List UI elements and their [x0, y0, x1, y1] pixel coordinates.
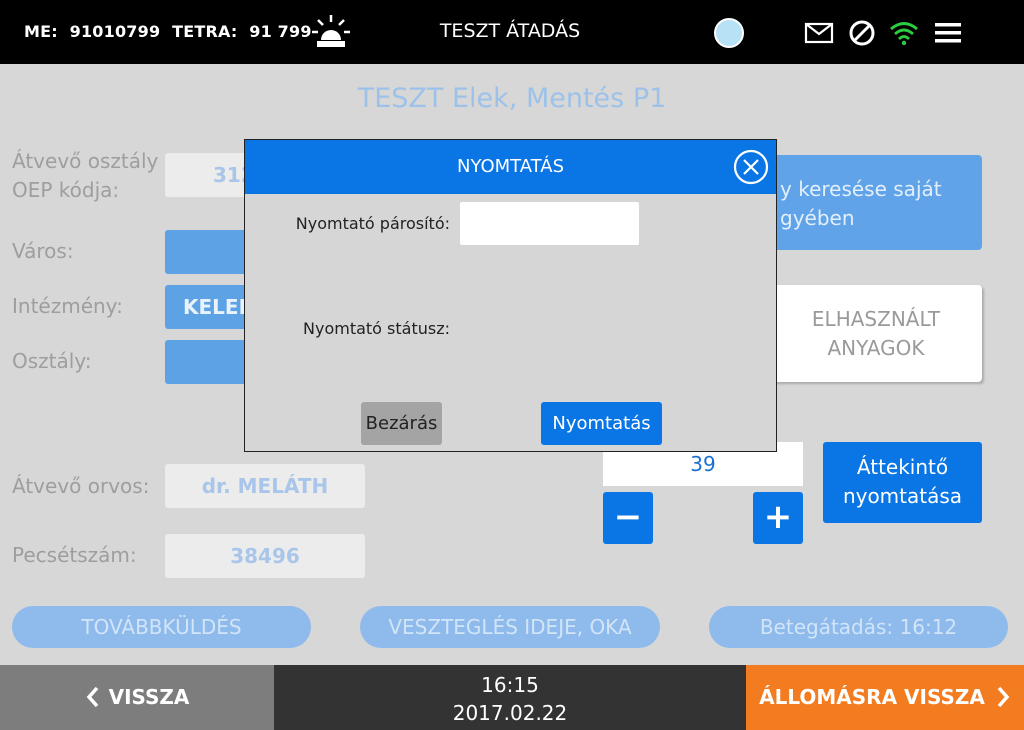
printer-status-label: Nyomtató státusz:: [303, 319, 450, 338]
search-own-line1: y keresése saját: [780, 177, 942, 201]
back-button[interactable]: VISSZA: [0, 665, 274, 730]
back-to-station-label: ÁLLOMÁSRA VISSZA: [759, 685, 985, 709]
wifi-icon[interactable]: [889, 18, 919, 48]
back-label: VISSZA: [108, 685, 190, 709]
doctor-label: Átvevő orvos:: [12, 474, 150, 498]
page-title: TESZT ÁTADÁS: [439, 20, 581, 42]
forward-button[interactable]: TOVÁBBKÜLDÉS: [12, 606, 311, 648]
menu-icon[interactable]: [933, 18, 963, 48]
institution-label: Intézmény:: [12, 294, 123, 318]
printer-pairing-label: Nyomtató párosító:: [295, 214, 450, 233]
oep-label: Átvevő osztály OEP kódja:: [12, 147, 158, 205]
city-label: Város:: [12, 239, 74, 263]
status-indicator: [714, 18, 744, 48]
chevron-right-icon: [997, 686, 1010, 708]
unit-ids: ME: 91010799 TETRA: 91 799: [24, 22, 318, 41]
print-overview-button[interactable]: Áttekintő nyomtatása: [823, 442, 982, 523]
top-bar: ME: 91010799 TETRA: 91 799 TESZT ÁTADÁS: [0, 0, 1024, 64]
decrement-button[interactable]: −: [603, 492, 653, 544]
department-label: Osztály:: [12, 349, 92, 373]
clock: 16:15 2017.02.22: [274, 671, 746, 727]
search-own-line2: gyében: [780, 206, 855, 230]
dialog-header: NYOMTATÁS: [245, 140, 776, 194]
back-to-station-button[interactable]: ÁLLOMÁSRA VISSZA: [746, 665, 1024, 730]
oep-label-line2: OEP kódja:: [12, 178, 120, 202]
printer-pairing-input[interactable]: [460, 202, 639, 245]
used-materials-line1: ELHASZNÁLT: [811, 307, 941, 331]
stamp-field[interactable]: 38496: [165, 534, 365, 578]
block-icon[interactable]: [847, 18, 877, 48]
tetra-value: 91 799: [249, 22, 312, 41]
handover-button[interactable]: Betegátadás: 16:12: [709, 606, 1008, 648]
stamp-label: Pecsétszám:: [12, 543, 137, 567]
clock-date: 2017.02.22: [452, 701, 568, 725]
search-own-button[interactable]: y keresése saját gyében: [770, 155, 982, 250]
print-overview-line1: Áttekintő: [856, 455, 949, 479]
print-dialog: NYOMTATÁS Nyomtató párosító: Nyomtató st…: [244, 139, 777, 452]
tetra-label: TETRA:: [172, 22, 238, 41]
doctor-field[interactable]: dr. MELÁTH: [165, 464, 365, 508]
bottom-bar: VISSZA 16:15 2017.02.22 ÁLLOMÁSRA VISSZA: [0, 665, 1024, 730]
used-materials-button[interactable]: ELHASZNÁLT ANYAGOK: [770, 285, 982, 382]
dialog-print-button[interactable]: Nyomtatás: [541, 402, 662, 445]
oep-label-line1: Átvevő osztály: [12, 149, 159, 173]
close-icon[interactable]: [733, 149, 769, 185]
mail-icon[interactable]: [804, 18, 834, 48]
increment-button[interactable]: +: [753, 492, 803, 544]
chevron-left-icon: [86, 686, 98, 708]
me-value: 91010799: [69, 22, 161, 41]
me-label: ME:: [24, 22, 58, 41]
dialog-title: NYOMTATÁS: [456, 156, 565, 177]
print-overview-line2: nyomtatása: [842, 484, 963, 508]
used-materials-line2: ANYAGOK: [827, 336, 925, 360]
dialog-close-button[interactable]: Bezárás: [361, 402, 442, 445]
delay-button[interactable]: VESZTEGLÉS IDEJE, OKA: [360, 606, 660, 648]
siren-icon[interactable]: [310, 12, 352, 50]
patient-name: TESZT Elek, Mentés P1: [357, 83, 667, 114]
clock-time: 16:15: [481, 673, 539, 697]
